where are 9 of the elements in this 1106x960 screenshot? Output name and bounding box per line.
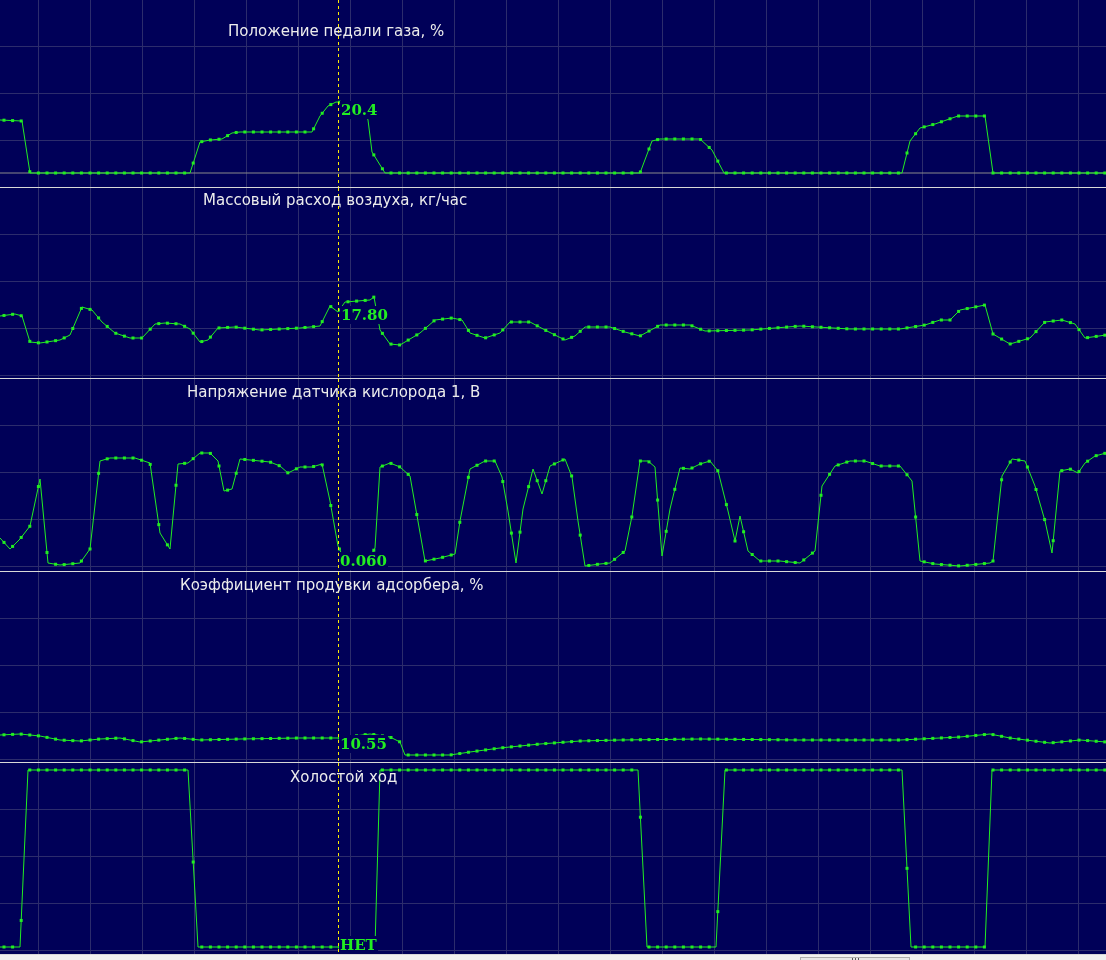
chart-title: Массовый расход воздуха, кг/час <box>203 191 468 209</box>
chart-title: Положение педали газа, % <box>228 22 445 40</box>
cursor-reading: 0.060 <box>339 552 388 570</box>
cursor-reading: 17.80 <box>340 306 389 324</box>
cursor-reading: 10.55 <box>339 735 388 753</box>
chart-title: Напряжение датчика кислорода 1, В <box>187 383 481 401</box>
chart-title: Коэффициент продувки адсорбера, % <box>180 576 484 594</box>
cursor-reading: НЕТ <box>339 936 378 954</box>
cursor-reading: 20.4 <box>340 101 379 119</box>
